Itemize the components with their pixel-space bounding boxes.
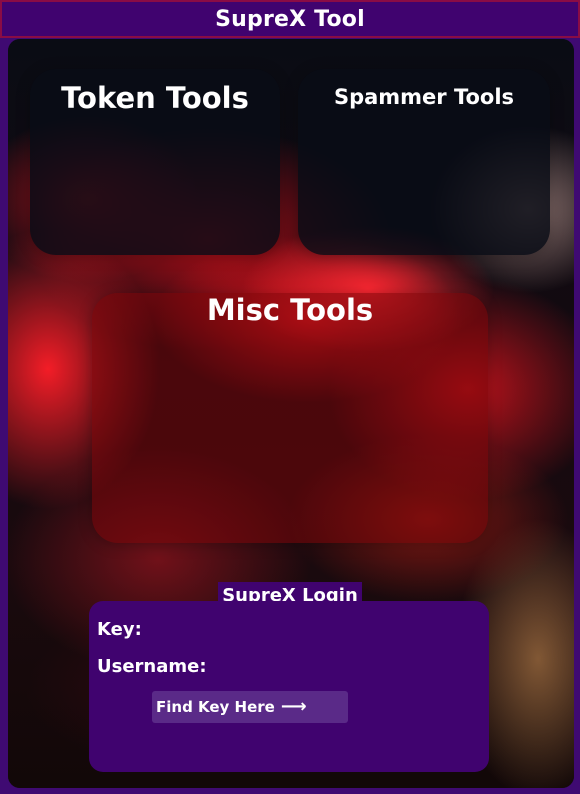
main-canvas: Token Tools Spammer Tools Misc Tools Sup…: [8, 39, 574, 788]
find-key-button[interactable]: Find Key Here ⟶: [152, 691, 348, 723]
misc-tools-label: Misc Tools: [206, 293, 374, 327]
arrow-right-icon: ⟶: [280, 696, 307, 717]
find-key-label: Find Key Here: [156, 698, 275, 716]
app-window: SupreX Tool Token Tools Spammer Tools Mi…: [0, 0, 580, 794]
misc-tools-panel[interactable]: Misc Tools: [92, 293, 488, 543]
title-bar[interactable]: SupreX Tool: [0, 0, 580, 38]
key-field[interactable]: Key:: [97, 619, 142, 640]
username-field[interactable]: Username:: [97, 656, 207, 677]
token-tools-panel[interactable]: Token Tools: [30, 69, 280, 255]
spammer-tools-label: Spammer Tools: [333, 85, 515, 109]
window-title: SupreX Tool: [215, 6, 365, 32]
login-box: Key: Username: Find Key Here ⟶: [89, 601, 489, 772]
token-tools-label: Token Tools: [61, 81, 249, 115]
spammer-tools-panel[interactable]: Spammer Tools: [298, 69, 550, 255]
